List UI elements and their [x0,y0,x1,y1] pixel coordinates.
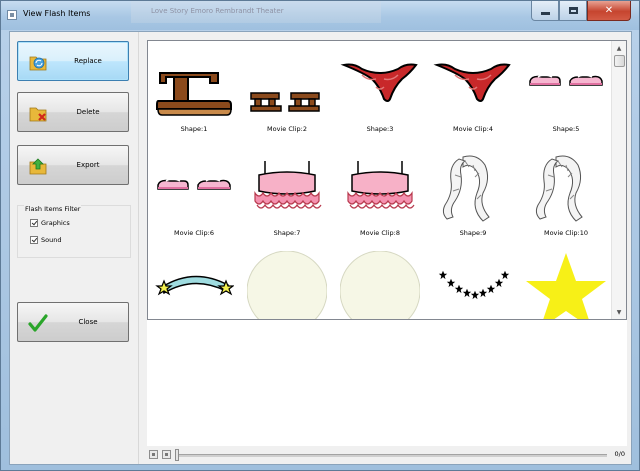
panel-divider [138,32,139,464]
feather-boa-icon [442,155,490,222]
flash-items-gallery[interactable]: Shape:1 Movie Clip:2 Shape:3 Movie Clip:4 Sh… [147,40,627,320]
gallery-item[interactable]: Shape:9 [433,147,513,242]
gallery-item[interactable]: Movie Clip:10 [526,147,606,242]
app-icon [7,10,17,20]
export-button[interactable]: Export [17,145,129,185]
vertical-scrollbar[interactable]: ▲ ▼ [611,41,626,319]
star-chain-icon [437,269,511,301]
gallery-item-caption: Movie Clip:2 [267,125,307,133]
gallery-item[interactable]: Shape:3 [340,43,420,138]
replace-button[interactable]: Replace [17,41,129,81]
scroll-down-icon[interactable]: ▼ [612,306,626,318]
gallery-item-caption: Shape:1 [180,125,208,133]
gallery-item-caption: Movie Clip:4 [453,125,493,133]
scroll-thumb[interactable] [614,55,625,67]
frame-counter: 0/0 [614,450,625,458]
pale-circle-icon [340,251,420,319]
gallery-item[interactable] [526,251,606,319]
minimize-button[interactable] [531,1,559,21]
gallery-item[interactable] [247,251,327,319]
background-window-tab: Love Story Emoro Rembrandt Theater [131,1,381,23]
maximize-button[interactable] [559,1,587,21]
gallery-item-caption: Movie Clip:6 [174,229,214,237]
sandal-brown-icon [156,72,232,116]
pink-top-icon [254,161,322,209]
gallery-item-caption: Shape:3 [366,125,394,133]
delete-label: Delete [76,108,100,116]
pink-shoes-icon [157,178,231,190]
gallery-item-caption: Movie Clip:10 [543,229,589,237]
caption-buttons: ✕ [531,1,631,22]
gallery-item[interactable]: Movie Clip:2 [247,43,327,138]
play-icon[interactable] [149,450,158,459]
gallery-item[interactable]: Movie Clip:4 [433,43,513,138]
delete-button[interactable]: Delete [17,92,129,132]
gallery-item[interactable] [433,251,513,319]
replace-label: Replace [74,57,102,65]
gallery-item-caption: Shape:7 [273,229,301,237]
gallery-item-caption: Shape:9 [459,229,487,237]
maximize-icon [568,7,578,14]
minimize-icon [540,12,550,15]
close-button[interactable]: Close [17,302,129,342]
export-icon [29,158,47,175]
gallery-item-caption: Movie Clip:8 [360,229,400,237]
playback-slider-thumb[interactable] [175,449,179,461]
delete-icon [29,107,47,122]
gallery-item[interactable]: Movie Clip:8 [340,147,420,242]
graphics-label[interactable]: Graphics [41,219,70,227]
view-flash-items-window: Love Story Emoro Rembrandt Theater View … [0,0,640,471]
graphics-checkbox-row[interactable]: Graphics [30,218,70,228]
close-label: Close [78,318,98,326]
close-window-button[interactable]: ✕ [587,1,631,21]
playback-track[interactable] [177,454,607,457]
gallery-item[interactable]: Shape:7 [247,147,327,242]
export-label: Export [76,161,100,169]
gallery-item[interactable] [154,251,234,319]
replace-icon [29,56,47,71]
red-bandana-icon [433,63,511,102]
gallery-item[interactable]: Movie Clip:6 [154,147,234,242]
checkmark-icon [28,314,48,332]
flash-items-filter-group: Flash Items Filter Graphics Sound [17,205,131,258]
pink-top-icon [347,161,415,209]
gallery-item[interactable]: Shape:1 [154,43,234,138]
background-window-title: Love Story Emoro Rembrandt Theater [151,7,284,15]
client-area: Replace Delete Export Flash Items Filter… [9,31,632,465]
sound-label[interactable]: Sound [41,236,61,244]
graphics-checkbox[interactable] [30,219,38,227]
gallery-item[interactable]: Shape:5 [526,43,606,138]
feather-boa-icon [535,155,583,222]
gallery-item-caption: Shape:5 [552,125,580,133]
sandals-small-icon [250,92,320,112]
yellow-star-icon [526,253,606,319]
sound-checkbox-row[interactable]: Sound [30,235,61,245]
preview-area [147,320,627,446]
red-bandana-icon [340,63,418,102]
pink-shoes-icon [529,74,603,86]
filter-title: Flash Items Filter [24,205,82,213]
star-wand-icon [155,275,234,296]
window-title: View Flash Items [23,9,91,18]
playback-bar: 0/0 [147,448,627,462]
stop-icon[interactable] [162,450,171,459]
gallery-item[interactable] [340,251,420,319]
pale-circle-icon [247,251,327,319]
sound-checkbox[interactable] [30,236,38,244]
close-icon: ✕ [604,5,614,16]
title-bar[interactable]: Love Story Emoro Rembrandt Theater View … [1,1,639,30]
scroll-up-icon[interactable]: ▲ [612,42,626,54]
